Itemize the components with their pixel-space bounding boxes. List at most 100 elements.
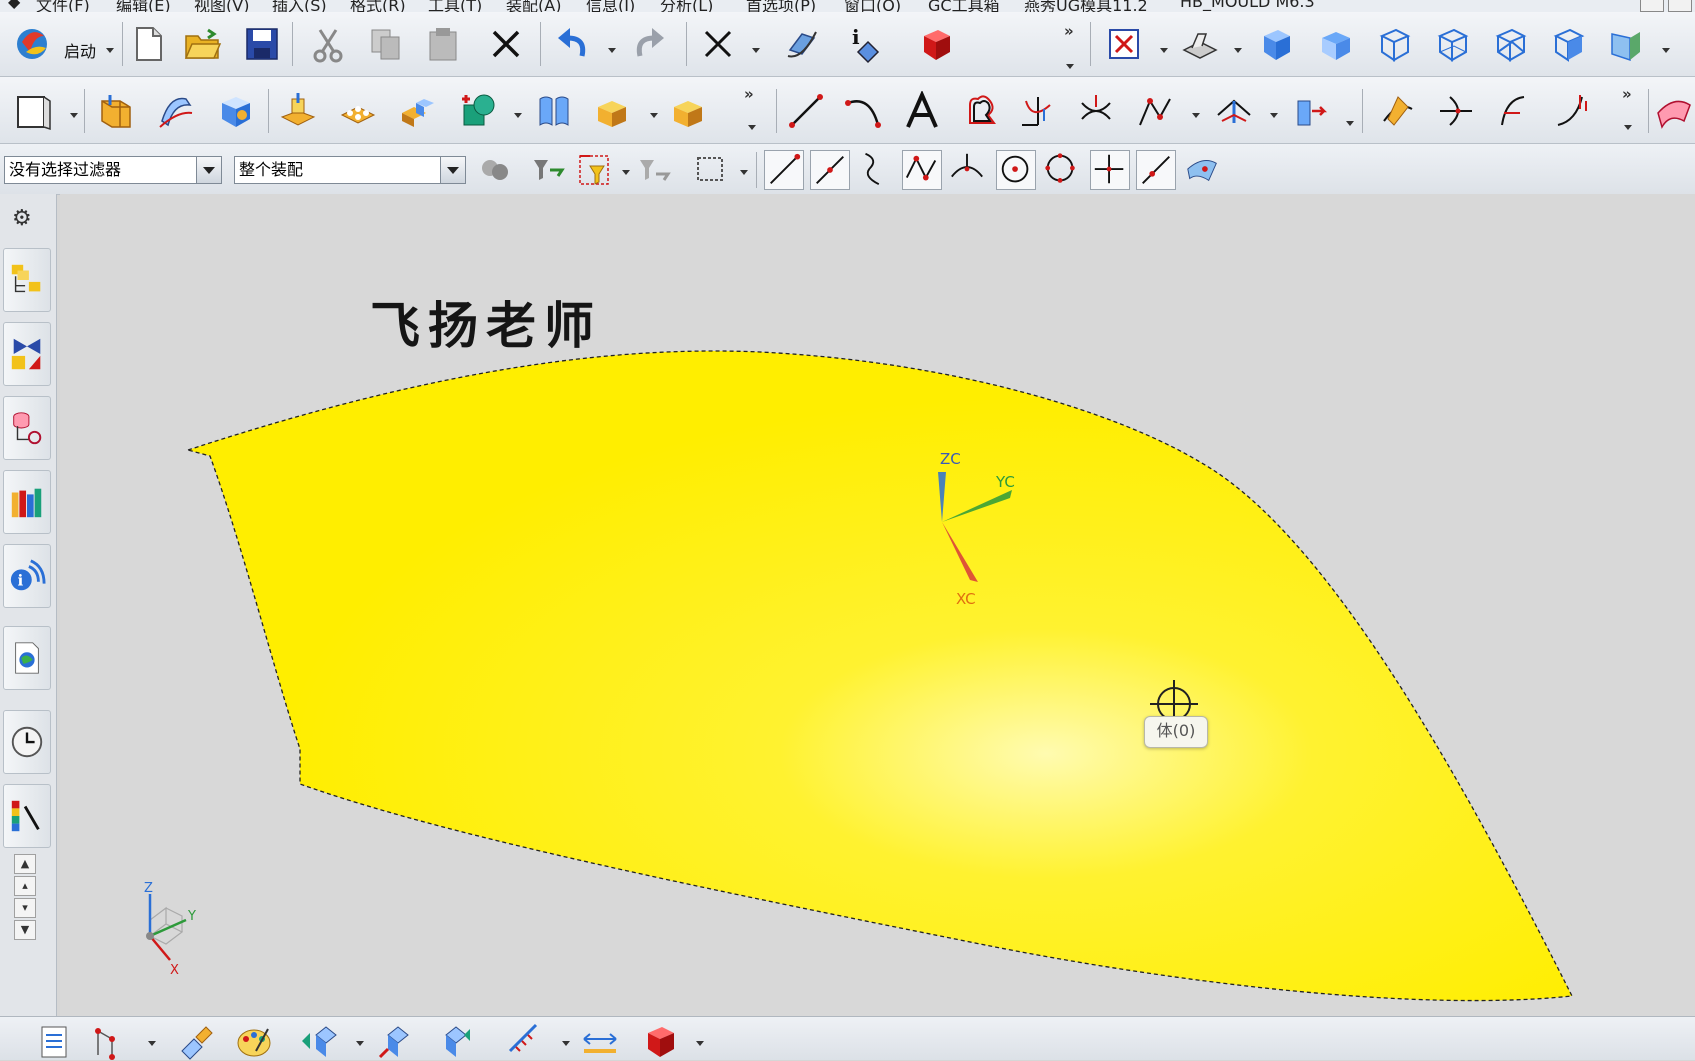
sketch-icon[interactable] xyxy=(14,91,54,131)
history-clock-icon[interactable] xyxy=(3,710,51,774)
studio-spline-icon[interactable] xyxy=(1136,91,1176,131)
cut-icon[interactable] xyxy=(308,24,348,64)
swept-icon[interactable] xyxy=(156,91,196,131)
rectangle-select-dropdown-caret[interactable] xyxy=(740,170,748,175)
wcs-dropdown-caret[interactable] xyxy=(148,1041,156,1046)
measure-distance-icon[interactable] xyxy=(506,1021,546,1061)
bridge-dropdown-caret[interactable] xyxy=(1270,113,1278,118)
color-palette-icon[interactable] xyxy=(234,1021,274,1061)
layer-settings-icon[interactable] xyxy=(34,1021,74,1061)
shaded-cube-icon[interactable] xyxy=(916,24,956,64)
view-trimetric-icon[interactable] xyxy=(1548,24,1588,64)
view-wire-iso-icon[interactable] xyxy=(1490,24,1530,64)
roles-info-icon[interactable]: i xyxy=(3,544,51,608)
visualization-palette-icon[interactable] xyxy=(3,784,51,848)
snap-intersection-icon[interactable] xyxy=(902,150,942,190)
snap-midpoint-icon[interactable] xyxy=(810,150,850,190)
render-body-icon[interactable] xyxy=(640,1021,680,1061)
menu-tools[interactable]: 工具(T) xyxy=(428,0,482,12)
snap-point-on-curve-icon[interactable] xyxy=(1136,150,1176,190)
snap-quadrant-icon[interactable] xyxy=(1042,150,1082,190)
app-icon[interactable]: ◆ xyxy=(8,0,20,11)
snap-endpoint-icon[interactable] xyxy=(764,150,804,190)
menu-file[interactable]: 文件(F) xyxy=(36,0,90,12)
snap-existing-point-icon[interactable] xyxy=(1090,150,1130,190)
window-minimize-button[interactable] xyxy=(1640,0,1664,12)
deselect-filter-icon[interactable] xyxy=(636,150,676,190)
scroll-bottom-button[interactable]: ▼ xyxy=(14,920,36,940)
chamfer-icon[interactable] xyxy=(670,91,710,131)
general-selection-filter-icon[interactable] xyxy=(474,150,514,190)
edit-curve-parameter-icon[interactable] xyxy=(1378,91,1418,131)
fit-view-icon[interactable] xyxy=(1104,24,1144,64)
text-icon[interactable] xyxy=(902,91,942,131)
subtract-icon[interactable] xyxy=(458,91,498,131)
chevron-down-icon[interactable] xyxy=(196,157,221,183)
extract-geometry-icon[interactable] xyxy=(1290,91,1330,131)
gear-icon[interactable]: ⚙ xyxy=(12,206,32,231)
edge-blend-icon[interactable] xyxy=(594,91,634,131)
modeling-overflow-caret[interactable] xyxy=(748,125,756,130)
view-orient-icon[interactable] xyxy=(1606,24,1646,64)
filter-funnel-icon[interactable] xyxy=(528,150,568,190)
constraint-navigator-icon[interactable] xyxy=(3,322,51,386)
measure-length-icon[interactable] xyxy=(580,1021,620,1061)
surface-icon[interactable] xyxy=(1654,91,1694,131)
graphics-window[interactable]: ZC YC XC Z Y X xyxy=(60,194,1695,1016)
redo-icon[interactable] xyxy=(630,24,670,64)
web-browser-icon[interactable] xyxy=(3,626,51,690)
block-icon[interactable] xyxy=(216,91,256,131)
menu-preferences[interactable]: 首选项(P) xyxy=(746,0,816,12)
paste-icon[interactable] xyxy=(424,24,464,64)
view-top-icon[interactable] xyxy=(1316,24,1356,64)
window-restore-button[interactable] xyxy=(1668,0,1692,12)
scroll-down-button[interactable]: ▾ xyxy=(14,898,36,918)
repeat-dropdown-caret[interactable] xyxy=(752,48,760,53)
menu-analysis[interactable]: 分析(L) xyxy=(660,0,713,12)
extract-dropdown-caret[interactable] xyxy=(1346,121,1354,126)
divide-curve-icon[interactable] xyxy=(1494,91,1534,131)
bridge-curve-icon[interactable] xyxy=(1214,91,1254,131)
extrude-icon[interactable] xyxy=(96,91,136,131)
delete-icon[interactable] xyxy=(486,24,526,64)
sketch-dropdown-caret[interactable] xyxy=(70,113,78,118)
rectangle-select-icon[interactable] xyxy=(692,150,732,190)
snap-arc-center-icon[interactable] xyxy=(996,150,1036,190)
start-label[interactable]: 启动 xyxy=(64,38,96,62)
curve-length-icon[interactable] xyxy=(1552,91,1592,131)
show-hide-dropdown-caret[interactable] xyxy=(356,1041,364,1046)
menu-edit[interactable]: 编辑(E) xyxy=(116,0,171,12)
menu-format[interactable]: 格式(R) xyxy=(350,0,406,12)
pad-array-icon[interactable] xyxy=(338,91,378,131)
yellow-surface-body[interactable] xyxy=(185,350,1574,1002)
object-info-icon[interactable]: i xyxy=(846,24,886,64)
curve-overflow-chevron[interactable]: » xyxy=(1622,85,1632,103)
modeling-overflow-chevron[interactable]: » xyxy=(744,85,754,103)
boss-icon[interactable] xyxy=(278,91,318,131)
arc-icon[interactable] xyxy=(844,91,884,131)
spline-dropdown-caret[interactable] xyxy=(1192,113,1200,118)
line-icon[interactable] xyxy=(786,91,826,131)
toolbar-overflow-chevron[interactable]: » xyxy=(1064,22,1074,40)
show-hide-icon[interactable] xyxy=(298,1021,338,1061)
menu-info[interactable]: 信息(I) xyxy=(586,0,635,12)
select-filter-dropdown-caret[interactable] xyxy=(622,170,630,175)
transform-icon[interactable] xyxy=(782,24,822,64)
type-filter-dropdown[interactable]: 没有选择过滤器 xyxy=(4,156,222,184)
snap-perpendicular-icon[interactable] xyxy=(948,150,988,190)
intersect-curve-icon[interactable] xyxy=(1076,91,1116,131)
project-curve-icon[interactable] xyxy=(1018,91,1058,131)
save-icon[interactable] xyxy=(242,24,282,64)
selection-scope-dropdown[interactable]: 整个装配 xyxy=(234,156,466,184)
chevron-down-icon[interactable] xyxy=(440,157,465,183)
render-dropdown-caret[interactable] xyxy=(1234,48,1242,53)
boolean-dropdown-caret[interactable] xyxy=(514,113,522,118)
trim-curve-icon[interactable] xyxy=(1436,91,1476,131)
select-filter-icon[interactable] xyxy=(576,150,616,190)
start-icon[interactable] xyxy=(12,22,52,62)
menu-assembly[interactable]: 装配(A) xyxy=(506,0,561,12)
fit-dropdown-caret[interactable] xyxy=(1160,48,1168,53)
menu-yanxiu-mold[interactable]: 燕秀UG模具11.2 xyxy=(1024,0,1148,12)
menu-view[interactable]: 视图(V) xyxy=(194,0,249,12)
assembly-navigator-icon[interactable] xyxy=(3,248,51,312)
